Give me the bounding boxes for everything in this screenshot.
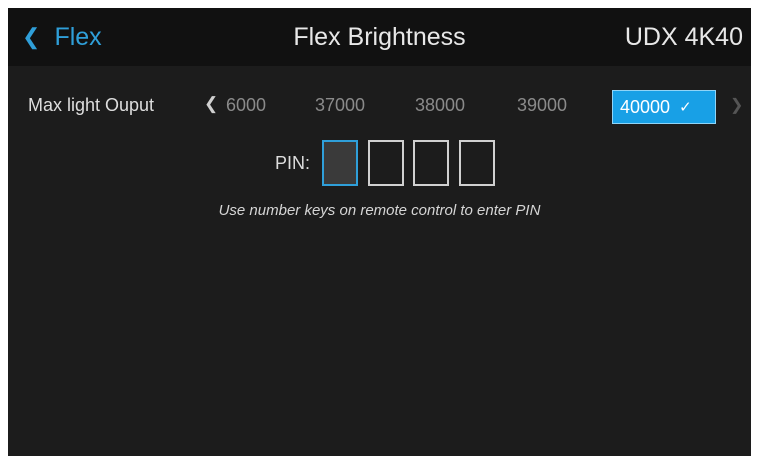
max-light-output-label: Max light Ouput (28, 95, 155, 115)
selected-option-label: 40000 (620, 96, 671, 117)
model-name: UDX 4K40 (624, 23, 743, 51)
light-option[interactable]: 6000 (226, 95, 266, 116)
pin-label: PIN: (275, 153, 311, 173)
light-option[interactable]: 38000 (415, 95, 465, 116)
pin-digit-field[interactable] (368, 140, 404, 186)
projector-menu-screen: ❮ Flex Flex Brightness UDX 4K40 Max ligh… (8, 8, 751, 456)
check-icon: ✓ (679, 99, 692, 116)
light-option[interactable]: 39000 (517, 95, 567, 116)
pin-digit-field[interactable] (459, 140, 495, 186)
pin-digit-field[interactable] (322, 140, 358, 186)
max-light-output-selector: Max light Ouput ❮ 6000 37000 38000 39000… (8, 86, 751, 128)
chevron-left-icon[interactable]: ❮ (204, 94, 218, 114)
light-option[interactable]: 37000 (315, 95, 365, 116)
header-bar: ❮ Flex Flex Brightness UDX 4K40 (8, 8, 751, 66)
chevron-right-icon[interactable]: ❯ (730, 95, 743, 115)
pin-digit-field[interactable] (413, 140, 449, 186)
pin-hint-text: Use number keys on remote control to ent… (218, 202, 541, 219)
pin-entry: PIN: (8, 140, 751, 190)
light-option-selected[interactable]: 40000 ✓ (612, 90, 716, 124)
